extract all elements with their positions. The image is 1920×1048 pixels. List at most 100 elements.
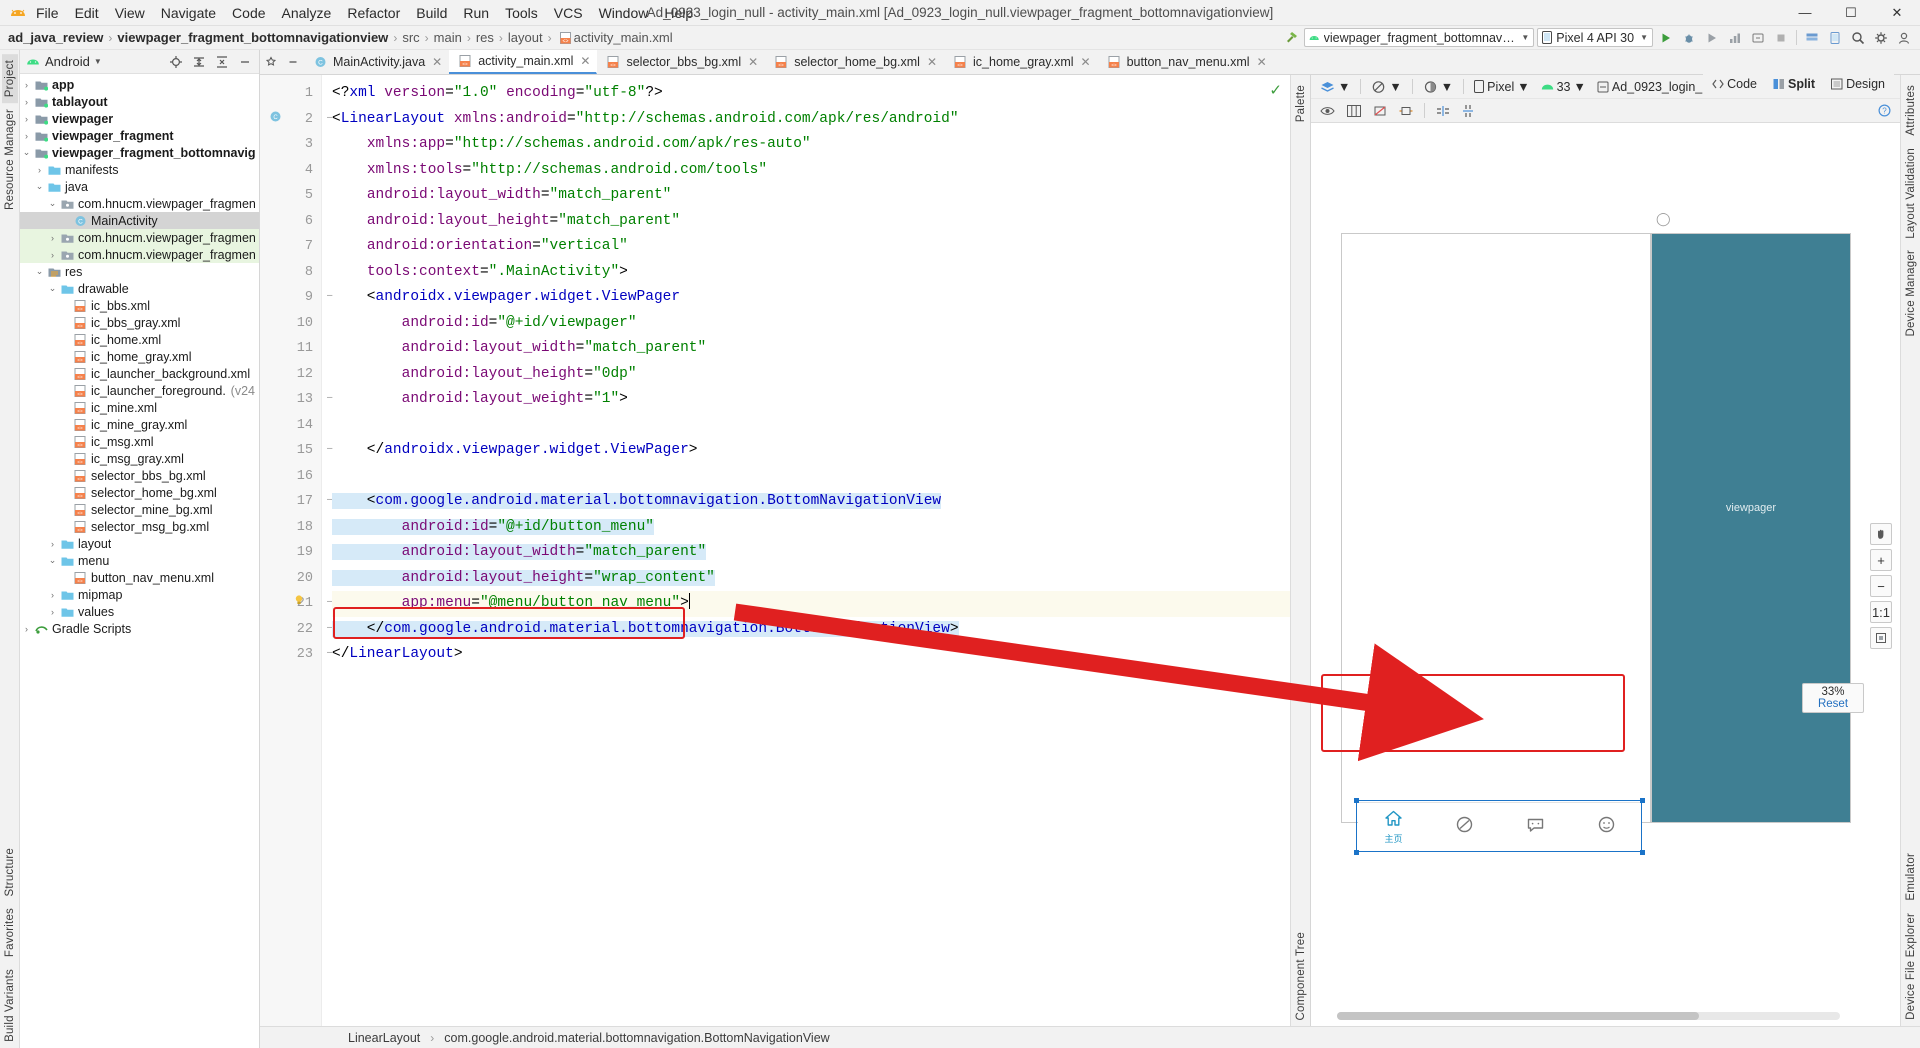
disclosure-arrow-icon[interactable]: ⌄	[20, 147, 33, 158]
canvas-horizontal-scrollbar[interactable]	[1337, 1012, 1840, 1020]
grid-icon[interactable]	[1344, 104, 1364, 118]
tool-tab-device-file-explorer[interactable]: Device File Explorer	[1903, 907, 1919, 1026]
tree-node[interactable]: <> selector_home_bg.xml	[20, 484, 259, 501]
code-line[interactable]: android:layout_width="match_parent"	[332, 183, 1290, 209]
help-icon[interactable]: ?	[1875, 103, 1894, 118]
tool-tab-build-variants[interactable]: Build Variants	[2, 963, 18, 1048]
tree-node[interactable]: <> ic_mine.xml	[20, 399, 259, 416]
editor-tab-bar[interactable]: C MainActivity.java ✕ <> activity_main.xml ✕ <…	[260, 50, 1920, 75]
code-line[interactable]: </androidx.viewpager.widget.ViewPager>	[332, 438, 1290, 464]
code-line[interactable]: android:layout_height="0dp"	[332, 362, 1290, 388]
zoom-out-button[interactable]: −	[1870, 575, 1892, 597]
code-line[interactable]: android:layout_height="wrap_content"	[332, 566, 1290, 592]
collapse-all-icon[interactable]	[212, 52, 232, 72]
breadcrumb-res[interactable]: res	[476, 30, 494, 45]
maximize-button[interactable]: ☐	[1828, 0, 1874, 26]
disclosure-arrow-icon[interactable]: ›	[46, 607, 59, 617]
disclosure-arrow-icon[interactable]: ›	[20, 131, 33, 141]
tool-tab-project[interactable]: Project	[1, 54, 18, 104]
sdk-manager-icon[interactable]	[1802, 28, 1822, 48]
tree-node[interactable]: › manifests	[20, 161, 259, 178]
left-tool-strip[interactable]: Project Resource Manager Structure Favor…	[0, 50, 20, 1048]
close-tab-icon[interactable]: ✕	[580, 54, 590, 68]
menu-edit[interactable]: Edit	[67, 3, 107, 23]
editor-tab[interactable]: <> selector_bbs_bg.xml ✕	[597, 50, 765, 74]
run-configuration-selector[interactable]: viewpager_fragment_bottomnavigationview …	[1304, 28, 1535, 47]
menu-view[interactable]: View	[107, 3, 153, 23]
avatar[interactable]	[1894, 28, 1914, 48]
intention-bulb-icon[interactable]	[288, 591, 310, 617]
zoom-to-fit-button[interactable]	[1870, 627, 1892, 649]
menu-build[interactable]: Build	[408, 3, 455, 23]
tool-tab-palette[interactable]: Palette	[1293, 79, 1309, 128]
tool-tab-resource-manager[interactable]: Resource Manager	[2, 103, 18, 216]
night-mode-icon[interactable]: ▼	[1420, 79, 1456, 95]
close-button[interactable]: ✕	[1874, 0, 1920, 26]
editor-tab[interactable]: <> selector_home_bg.xml ✕	[765, 50, 944, 74]
disclosure-arrow-icon[interactable]: ›	[46, 590, 59, 600]
editor-tab[interactable]: <> ic_home_gray.xml ✕	[944, 50, 1098, 74]
code-editor[interactable]: 1 2 C − 3 4 5 6 7 8 9− 10 11 12 13− 14 15− 16 17− 18 19 20 21−…	[260, 75, 1290, 1026]
disclosure-arrow-icon[interactable]: ⌄	[33, 181, 46, 192]
code-line[interactable]	[332, 413, 1290, 439]
close-tab-icon[interactable]: ✕	[927, 55, 937, 69]
code-line[interactable]: tools:context=".MainActivity">	[332, 260, 1290, 286]
breadcrumb-project[interactable]: ad_java_review	[8, 30, 103, 45]
tool-tab-emulator[interactable]: Emulator	[1903, 847, 1919, 907]
resize-handle[interactable]	[1640, 850, 1645, 855]
disclosure-arrow-icon[interactable]: ⌄	[46, 283, 59, 294]
tree-node[interactable]: ⌄ menu	[20, 552, 259, 569]
eye-icon[interactable]	[1317, 104, 1338, 118]
zoom-in-button[interactable]: +	[1870, 549, 1892, 571]
menu-file[interactable]: File	[28, 3, 67, 23]
tree-node[interactable]: C MainActivity	[20, 212, 259, 229]
zoom-to-actual-size-button[interactable]: 1:1	[1870, 601, 1892, 623]
editor-tab[interactable]: <> button_nav_menu.xml ✕	[1098, 50, 1274, 74]
tool-tab-component-tree[interactable]: Component Tree	[1293, 926, 1309, 1026]
tree-node[interactable]: › values	[20, 603, 259, 620]
tree-node[interactable]: <> selector_bbs_bg.xml	[20, 467, 259, 484]
disclosure-arrow-icon[interactable]: ›	[33, 165, 46, 175]
tool-tab-favorites[interactable]: Favorites	[2, 902, 18, 963]
breadcrumb-module[interactable]: viewpager_fragment_bottomnavigationview	[117, 30, 388, 45]
align-horizontal-icon[interactable]	[1433, 104, 1453, 118]
view-mode-design[interactable]: Design	[1828, 76, 1888, 92]
orientation-icon[interactable]: ▼	[1368, 79, 1404, 95]
tree-node[interactable]: <> selector_msg_bg.xml	[20, 518, 259, 535]
code-line[interactable]: xmlns:tools="http://schemas.android.com/…	[332, 158, 1290, 184]
code-line[interactable]: <com.google.android.material.bottomnavig…	[332, 489, 1290, 515]
tool-tab-attributes[interactable]: Attributes	[1903, 79, 1919, 142]
disclosure-arrow-icon[interactable]: ›	[20, 624, 33, 634]
disclosure-arrow-icon[interactable]: ›	[46, 539, 59, 549]
code-line[interactable]: android:layout_weight="1">	[332, 387, 1290, 413]
tree-node[interactable]: › viewpager_fragment	[20, 127, 259, 144]
disable-constraints-icon[interactable]	[1370, 104, 1390, 118]
editor-view-mode-switch[interactable]: Code Split Design	[1703, 73, 1894, 95]
disclosure-arrow-icon[interactable]: ›	[46, 250, 59, 260]
menu-tools[interactable]: Tools	[497, 3, 546, 23]
close-tab-icon[interactable]: ✕	[748, 55, 758, 69]
gear-icon[interactable]	[1871, 28, 1891, 48]
pin-tab-icon[interactable]	[260, 50, 282, 74]
align-vertical-icon[interactable]	[1459, 103, 1477, 119]
close-tab-icon[interactable]: ✕	[432, 55, 442, 69]
tree-node[interactable]: <> ic_bbs.xml	[20, 297, 259, 314]
chevron-down-icon[interactable]: ▼	[94, 57, 102, 66]
code-line[interactable]: <?xml version="1.0" encoding="utf-8"?>	[332, 81, 1290, 107]
editor-tab[interactable]: C MainActivity.java ✕	[304, 50, 449, 74]
zoom-reset-button[interactable]: Reset	[1803, 698, 1863, 710]
close-tab-icon[interactable]: ✕	[1081, 55, 1091, 69]
tree-node[interactable]: › mipmap	[20, 586, 259, 603]
tree-node[interactable]: <> ic_msg_gray.xml	[20, 450, 259, 467]
toggle-margins-icon[interactable]	[1396, 104, 1416, 118]
disclosure-arrow-icon[interactable]: ⌄	[46, 555, 59, 566]
resize-handle[interactable]	[1640, 798, 1645, 803]
breadcrumb-file[interactable]: activity_main.xml	[574, 30, 673, 45]
project-view-selector[interactable]: Android	[45, 54, 90, 69]
scrollbar-thumb[interactable]	[1337, 1012, 1700, 1020]
disclosure-arrow-icon[interactable]: ›	[46, 233, 59, 243]
expand-all-icon[interactable]	[189, 52, 209, 72]
menu-refactor[interactable]: Refactor	[339, 3, 408, 23]
editor-tab[interactable]: <> activity_main.xml ✕	[449, 50, 598, 74]
code-line[interactable]: </com.google.android.material.bottomnavi…	[332, 617, 1290, 643]
